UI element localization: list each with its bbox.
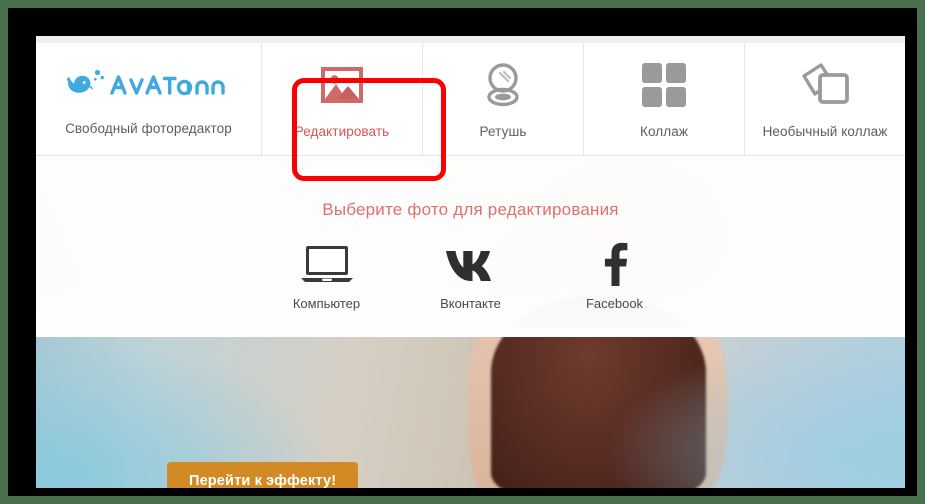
nav-tab-fancy-collage-label: Необычный коллаж [762,124,888,139]
facebook-icon [598,239,632,287]
source-facebook-label: Facebook [585,296,644,311]
nav-tab-edit-label: Редактировать [294,124,390,139]
whale-icon [66,68,106,107]
brand-cell[interactable]: Свободный фоторедактор [36,43,262,155]
brand-wordmark [109,70,231,105]
nav-tab-collage[interactable]: Коллаж [584,43,745,155]
go-to-effect-button[interactable]: Перейти к эффекту! [167,462,359,488]
powder-compact-icon [479,59,527,111]
screenshot-black-frame: Свободный фоторедактор Редактировать Рет… [8,8,917,496]
nav-tab-edit[interactable]: Редактировать [262,43,423,155]
nav-tab-fancy-collage[interactable]: Необычный коллаж [745,43,905,155]
nav-tab-collage-label: Коллаж [640,124,688,139]
picker-source-list: Компьютер Вконтакте Facebook [272,239,670,311]
site-header: Свободный фоторедактор Редактировать Рет… [36,43,905,156]
grid-four-squares-icon [641,59,687,111]
brand-logo [66,66,231,108]
source-vk[interactable]: Вконтакте [416,239,526,311]
picker-title: Выберите фото для редактирования [322,200,619,219]
photo-sparkle-right [605,332,905,488]
brand-tagline: Свободный фоторедактор [65,121,232,136]
source-facebook[interactable]: Facebook [560,239,670,311]
source-vk-label: Вконтакте [440,296,501,311]
photo-source-picker: Выберите фото для редактирования Компьют… [36,157,905,311]
nav-tab-retouch[interactable]: Ретушь [423,43,584,155]
main-stage: Выберите фото для редактирования Компьют… [36,157,905,488]
vk-icon [443,239,499,287]
source-computer[interactable]: Компьютер [272,239,382,311]
browser-viewport: Свободный фоторедактор Редактировать Рет… [36,36,905,488]
nav-tab-retouch-label: Ретушь [479,124,527,139]
stacked-frames-icon [799,59,851,111]
laptop-icon [299,239,355,287]
page-top-strip [36,36,905,43]
picture-icon [317,59,367,111]
source-computer-label: Компьютер [292,296,361,311]
